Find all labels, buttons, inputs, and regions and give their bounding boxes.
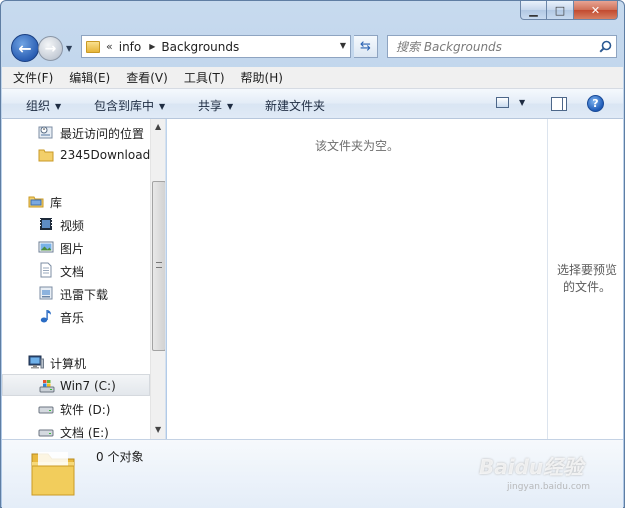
nav-item-drive-d[interactable]: 软件 (D:) xyxy=(2,397,150,419)
folder-icon xyxy=(31,452,75,496)
nav-item-label: 2345Downloads xyxy=(60,148,157,162)
organize-label: 组织 xyxy=(26,99,51,113)
forward-button[interactable]: → xyxy=(38,36,63,61)
breadcrumb-backgrounds[interactable]: Backgrounds xyxy=(161,40,239,54)
caption-buttons: ▁ □ ✕ xyxy=(520,1,618,21)
nav-item-libraries[interactable]: 库 xyxy=(2,190,150,212)
help-button[interactable]: ? xyxy=(587,95,604,112)
forward-arrow-icon: → xyxy=(44,40,57,57)
back-arrow-icon: ← xyxy=(18,38,32,58)
minimize-button[interactable]: ▁ xyxy=(520,1,547,20)
recent-pages-dropdown-icon[interactable]: ▼ xyxy=(66,44,72,53)
nav-item-label: 最近访问的位置 xyxy=(60,127,145,141)
nav-item-label: 计算机 xyxy=(50,357,87,371)
music-icon xyxy=(40,310,51,323)
breadcrumb-overflow[interactable]: « xyxy=(106,40,113,53)
chevron-down-icon: ▼ xyxy=(519,98,526,107)
organize-button[interactable]: 组织 ▼ xyxy=(26,97,61,114)
preview-pane: 选择要预览的文件。 xyxy=(547,119,623,439)
nav-item-drive-c[interactable]: Win7 (C:) xyxy=(2,374,150,396)
nav-item-2345downloads[interactable]: 2345Downloads xyxy=(2,144,156,166)
include-in-library-label: 包含到库中 xyxy=(94,99,155,113)
computer-icon xyxy=(28,355,44,369)
address-dropdown-icon[interactable]: ▼ xyxy=(340,41,346,50)
documents-icon xyxy=(40,262,52,278)
nav-item-label: 图片 xyxy=(60,242,85,256)
system-drive-icon xyxy=(39,380,55,393)
chevron-down-icon: ▼ xyxy=(55,102,62,111)
refresh-button[interactable]: ⇆ xyxy=(354,35,378,58)
nav-item-label: Win7 (C:) xyxy=(60,379,116,393)
search-input[interactable] xyxy=(388,36,594,57)
share-label: 共享 xyxy=(198,99,223,113)
search-box[interactable] xyxy=(387,35,617,58)
explorer-window: ▁ □ ✕ ← → ▼ « info ▶ Backgrounds ▼ ⇆ 搜索 … xyxy=(0,0,625,508)
nav-item-label: 迅雷下载 xyxy=(60,288,109,302)
menu-tools[interactable]: 工具(T) xyxy=(179,69,230,86)
address-bar[interactable]: « info ▶ Backgrounds ▼ xyxy=(81,35,351,58)
drive-icon xyxy=(38,429,54,437)
nav-item-thunder-downloads[interactable]: 迅雷下载 xyxy=(2,282,150,304)
folder-icon xyxy=(38,149,54,162)
file-list-area[interactable]: 该文件夹为空。 xyxy=(167,119,547,439)
nav-item-videos[interactable]: 视频 xyxy=(2,213,150,235)
preview-message: 选择要预览的文件。 xyxy=(556,263,617,294)
close-button[interactable]: ✕ xyxy=(574,1,618,20)
nav-item-drive-e[interactable]: 文档 (E:) xyxy=(2,420,150,439)
breadcrumb-separator-icon[interactable]: ▶ xyxy=(149,42,155,51)
folder-icon xyxy=(86,40,100,53)
nav-item-label: 文档 xyxy=(60,265,85,279)
navigation-row: ← → ▼ « info ▶ Backgrounds ▼ ⇆ xyxy=(9,31,619,63)
download-folder-icon xyxy=(39,286,53,300)
nav-item-music[interactable]: 音乐 xyxy=(2,305,150,327)
nav-item-label: 软件 (D:) xyxy=(60,403,111,417)
nav-item-label: 音乐 xyxy=(60,311,85,325)
new-folder-button[interactable]: 新建文件夹 xyxy=(265,97,325,114)
library-icon xyxy=(28,196,44,208)
include-in-library-button[interactable]: 包含到库中 ▼ xyxy=(94,97,165,114)
video-icon xyxy=(40,218,52,230)
nav-item-documents[interactable]: 文档 xyxy=(2,259,150,281)
nav-item-label: 视频 xyxy=(60,219,85,233)
watermark-logo: Baidu经验 xyxy=(479,455,584,479)
chevron-down-icon: ▼ xyxy=(227,102,234,111)
scroll-up-icon[interactable]: ▲ xyxy=(155,122,161,131)
watermark-url: jingyan.baidu.com xyxy=(507,482,591,492)
share-button[interactable]: 共享 ▼ xyxy=(198,97,233,114)
nav-item-recent-places[interactable]: 最近访问的位置 xyxy=(2,121,150,143)
recent-places-icon xyxy=(38,126,53,139)
menu-bar: 文件(F) 编辑(E) 查看(V) 工具(T) 帮助(H) xyxy=(2,67,623,89)
drive-icon xyxy=(38,406,54,414)
menu-file[interactable]: 文件(F) xyxy=(8,69,58,86)
maximize-button[interactable]: □ xyxy=(547,1,574,20)
preview-pane-button[interactable] xyxy=(551,97,567,111)
menu-view[interactable]: 查看(V) xyxy=(121,69,173,86)
nav-item-label: 文档 (E:) xyxy=(60,426,109,439)
view-icon xyxy=(496,97,509,108)
menu-help[interactable]: 帮助(H) xyxy=(236,69,288,86)
empty-folder-message: 该文件夹为空。 xyxy=(314,139,399,153)
nav-item-pictures[interactable]: 图片 xyxy=(2,236,150,258)
pictures-icon xyxy=(38,241,54,253)
grip-icon xyxy=(156,262,162,268)
navigation-scrollbar[interactable]: ▲ ▼ xyxy=(150,119,165,439)
chevron-down-icon: ▼ xyxy=(159,102,166,111)
command-bar: 组织 ▼ 包含到库中 ▼ 共享 ▼ 新建文件夹 ▼ ? xyxy=(2,89,623,119)
search-icon[interactable] xyxy=(594,40,616,53)
navigation-pane: 最近访问的位置 2345Downloads 库 视频 图片 文档 迅雷下载 音乐… xyxy=(2,119,166,439)
change-view-button[interactable]: ▼ xyxy=(496,97,525,108)
nav-item-computer[interactable]: 计算机 xyxy=(2,351,150,373)
menu-edit[interactable]: 编辑(E) xyxy=(64,69,115,86)
item-count: 0 个对象 xyxy=(96,450,144,464)
back-button[interactable]: ← xyxy=(11,34,39,62)
scroll-down-icon[interactable]: ▼ xyxy=(155,425,161,434)
breadcrumb-info[interactable]: info xyxy=(119,40,142,54)
refresh-icon: ⇆ xyxy=(360,39,371,54)
scrollbar-thumb[interactable] xyxy=(152,181,165,351)
nav-item-label: 库 xyxy=(50,196,63,210)
